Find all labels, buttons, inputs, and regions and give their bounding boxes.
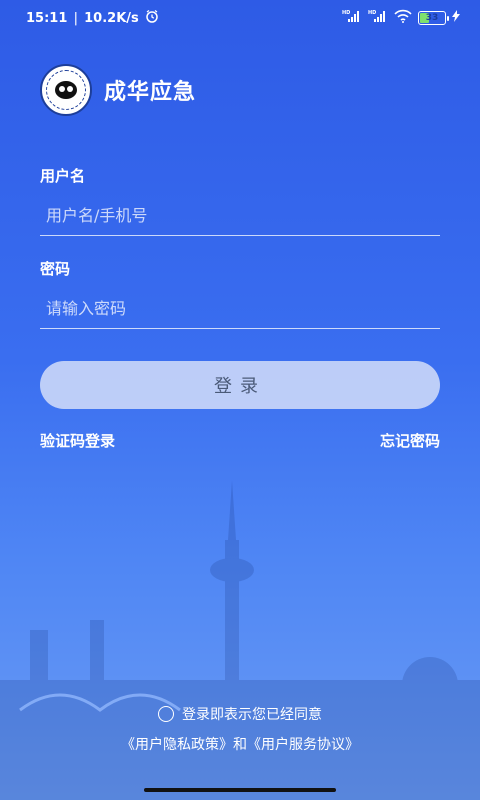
svg-text:HD: HD xyxy=(368,10,376,16)
auth-links: 验证码登录 忘记密码 xyxy=(40,430,440,451)
status-left: 15:11 | 10.2K/s xyxy=(26,9,159,27)
password-label: 密码 xyxy=(40,260,71,278)
signal-icon-2: HD xyxy=(368,9,388,27)
brand-header: 成华应急 xyxy=(40,64,196,116)
policy-and-text: 和 xyxy=(233,737,247,753)
username-field: 用户名 xyxy=(40,165,440,236)
panda-icon xyxy=(55,81,77,99)
policy-links: 《用户隐私政策》 和 《用户服务协议》 xyxy=(0,734,480,754)
forgot-password-link[interactable]: 忘记密码 xyxy=(380,430,440,451)
agreement-text: 登录即表示您已经同意 xyxy=(182,707,322,723)
status-time: 15:11 xyxy=(26,10,68,26)
signal-icon: HD xyxy=(342,9,362,27)
emergency-management-logo xyxy=(40,64,92,116)
agreement-checkbox[interactable] xyxy=(158,706,174,722)
svg-text:HD: HD xyxy=(342,10,350,16)
password-field: 密码 xyxy=(40,258,440,329)
home-indicator[interactable] xyxy=(144,788,336,792)
username-input[interactable] xyxy=(40,196,440,236)
login-button[interactable]: 登录 xyxy=(40,361,440,409)
privacy-policy-link[interactable]: 《用户隐私政策》 xyxy=(121,734,233,754)
status-right: HD HD 33 xyxy=(342,9,460,27)
wifi-icon xyxy=(394,9,412,27)
service-agreement-link[interactable]: 《用户服务协议》 xyxy=(247,734,359,754)
battery-level: 33 xyxy=(425,13,439,23)
status-separator: | xyxy=(73,10,79,26)
status-bar: 15:11 | 10.2K/s HD HD 33 xyxy=(0,0,480,36)
sms-login-link[interactable]: 验证码登录 xyxy=(40,430,115,451)
password-input[interactable] xyxy=(40,289,440,329)
network-speed: 10.2K/s xyxy=(84,10,139,26)
username-label: 用户名 xyxy=(40,167,86,185)
agreement-row: 登录即表示您已经同意 xyxy=(0,704,480,724)
charging-icon xyxy=(452,10,460,26)
battery-icon: 33 xyxy=(418,11,449,25)
alarm-clock-icon xyxy=(145,9,159,27)
app-title: 成华应急 xyxy=(104,79,197,105)
